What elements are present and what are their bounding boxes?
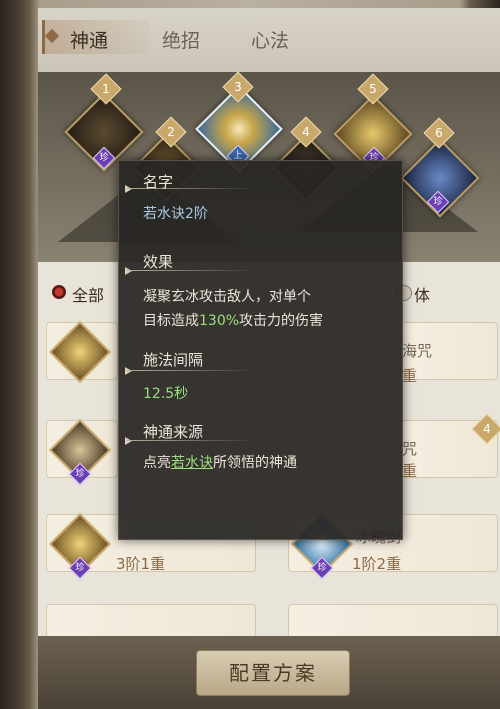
effect-line-2: 目标造成130%攻击力的伤害: [143, 313, 324, 329]
skill-tooltip: 名字 若水诀2阶 效果 凝聚玄冰攻击敌人，对单个 目标造成130%攻击力的伤害 …: [118, 160, 403, 540]
card-level: 重: [402, 462, 418, 480]
card-level: 3阶1重: [116, 555, 166, 573]
config-plan-button[interactable]: 配置方案: [196, 650, 350, 696]
card-name-partial: 咒: [402, 440, 418, 458]
tooltip-effect-header: 效果: [143, 253, 174, 271]
arrow-icon: [125, 267, 132, 275]
arrow-icon: [125, 367, 132, 375]
filter-ti[interactable]: 体: [414, 282, 430, 306]
tab-xinfa[interactable]: 心法: [251, 26, 289, 53]
card-level: 1阶2重: [352, 555, 402, 573]
skill-card[interactable]: [46, 604, 256, 638]
tooltip-effect-text: 凝聚玄冰攻击敌人，对单个 目标造成130%攻击力的伤害: [143, 285, 323, 333]
tooltip-interval-header: 施法间隔: [143, 351, 204, 369]
tooltip-name-header: 名字: [143, 173, 174, 191]
card-level: 重: [402, 367, 418, 385]
tooltip-source-header: 神通来源: [143, 423, 204, 441]
skill-card[interactable]: [288, 604, 498, 638]
source-skill-link[interactable]: 若水诀: [171, 455, 213, 471]
tooltip-source-text: 点亮若水诀所领悟的神通: [143, 455, 297, 471]
radio-selected-icon[interactable]: [52, 285, 66, 299]
card-name-partial: 海咒: [402, 342, 433, 360]
tooltip-name-value: 若水诀2阶: [143, 206, 208, 222]
tab-shentong[interactable]: 神通: [70, 26, 108, 53]
divider: [127, 370, 257, 371]
effect-line-1: 凝聚玄冰攻击敌人，对单个: [143, 289, 311, 305]
arrow-icon: [125, 185, 132, 193]
arrow-icon: [125, 437, 132, 445]
tooltip-interval-value: 12.5秒: [143, 386, 189, 402]
tab-juezhao[interactable]: 绝招: [162, 26, 200, 53]
filter-all[interactable]: 全部: [72, 282, 104, 306]
